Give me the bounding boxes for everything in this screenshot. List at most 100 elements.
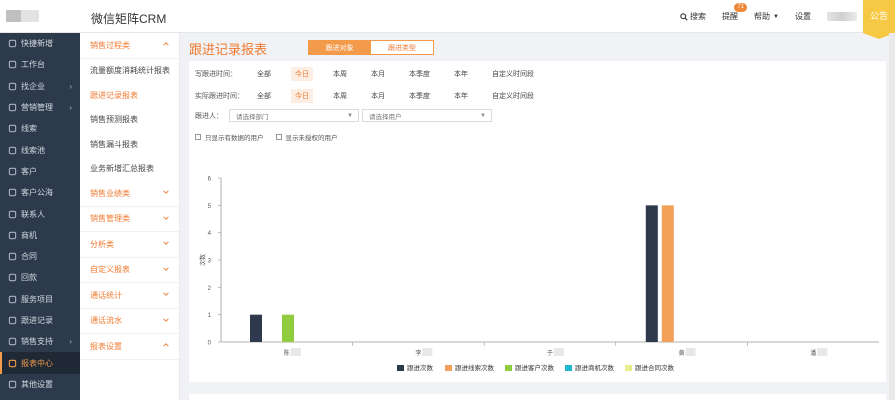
checkbox-label: 只显示有数据的用户 xyxy=(205,135,264,142)
sidebar-item-14[interactable]: 销售支持 › xyxy=(0,331,80,352)
sub-link-3[interactable]: 销售漏斗报表 xyxy=(80,132,179,157)
name-blur xyxy=(422,348,433,356)
y-tick-label: 1 xyxy=(208,313,212,319)
legend-label: 跟进客户次数 xyxy=(515,363,555,372)
sub-group-1[interactable]: 销售管理类 xyxy=(80,207,179,232)
chevron-right-icon: › xyxy=(69,337,72,347)
row2-option-2[interactable]: 本周 xyxy=(329,89,351,103)
actual-time-filter: 实际跟进时间： 全部 今日 本周 本月 本季度 本年 自定义时间段 xyxy=(195,89,554,103)
row1-option-6[interactable]: 自定义时间段 xyxy=(488,67,538,81)
contact-icon xyxy=(8,210,17,219)
sidebar-item-label: 快捷新增 xyxy=(21,39,53,49)
building-icon xyxy=(8,82,17,91)
y-tick-label: 3 xyxy=(208,259,212,265)
y-axis-label: 次数 xyxy=(199,254,207,266)
sidebar-item-0[interactable]: 快捷新增 xyxy=(0,33,80,54)
sidebar-item-10[interactable]: 合同 xyxy=(0,246,80,267)
x-tick-label: 李 xyxy=(415,349,421,357)
sub-group-4[interactable]: 通话统计 xyxy=(80,283,179,309)
sub-group-0[interactable]: 销售业绩类 xyxy=(80,181,179,207)
sidebar-item-15[interactable]: 报表中心 xyxy=(0,352,80,375)
row1-option-5[interactable]: 本年 xyxy=(450,67,472,81)
sidebar-item-1[interactable]: 工作台 xyxy=(0,54,80,75)
page-scrollbar[interactable] xyxy=(889,33,895,400)
sub-link-1[interactable]: 跟进记录报表 xyxy=(80,83,179,108)
sub-group-5[interactable]: 通话流水 xyxy=(80,309,179,334)
row1-option-1[interactable]: 今日 xyxy=(291,67,313,81)
sidebar-item-6[interactable]: 客户 xyxy=(0,161,80,182)
only-data-users-checkbox[interactable]: 只显示有数据的用户 xyxy=(195,132,264,142)
sidebar-item-5[interactable]: 线索池 xyxy=(0,139,80,160)
row1-option-0[interactable]: 全部 xyxy=(253,67,275,81)
checkbox-box xyxy=(195,134,201,140)
row2-option-4[interactable]: 本季度 xyxy=(405,89,434,103)
remind-button[interactable]: 提醒 71 xyxy=(722,3,748,22)
row2-option-6[interactable]: 自定义时间段 xyxy=(488,89,538,103)
chevron-down-icon xyxy=(163,266,169,271)
row1-option-2[interactable]: 本周 xyxy=(329,67,351,81)
row2-option-5[interactable]: 本年 xyxy=(450,89,472,103)
x-tick-label: 黄 xyxy=(679,349,685,357)
user-select-placeholder: 请选择用户 xyxy=(369,113,402,121)
sidebar-item-9[interactable]: 商机 xyxy=(0,225,80,246)
sub-group-2[interactable]: 分析类 xyxy=(80,232,179,258)
settings-button[interactable]: 设置 xyxy=(795,11,811,22)
y-tick-label: 6 xyxy=(208,177,212,183)
sidebar-item-3[interactable]: 营销管理 › xyxy=(0,97,80,118)
bar-跟进线索次数-黄 xyxy=(661,205,674,342)
tab-follow-object[interactable]: 跟进对象 xyxy=(308,40,371,55)
row1-option-3[interactable]: 本月 xyxy=(367,67,389,81)
sub-group-6[interactable]: 报表设置 xyxy=(80,334,179,360)
x-tick-label: 于 xyxy=(547,350,553,357)
user-select[interactable]: 请选择用户 ▼ xyxy=(362,109,492,122)
dept-select[interactable]: 请选择部门 ▼ xyxy=(229,109,359,122)
sidebar-item-7[interactable]: 客户公海 xyxy=(0,182,80,203)
user-avatar[interactable] xyxy=(827,12,857,21)
top-actions: 搜索 提醒 71 帮助 ▼ 设置 xyxy=(664,0,857,33)
sidebar-item-11[interactable]: 回款 xyxy=(0,267,80,288)
left-nav: 快捷新增 工作台 找企业 › 营销管理 › 线索 线索池 客户 客户公海 联系人 商机 合同 回款 服务项目… xyxy=(0,33,80,400)
legend-swatch xyxy=(565,365,572,371)
sub-link-4[interactable]: 业务新增汇总报表 xyxy=(80,157,179,182)
sidebar-item-16[interactable]: 其他设置 xyxy=(0,374,80,395)
chevron-down-icon xyxy=(163,190,169,194)
legend-label: 跟进线索次数 xyxy=(455,363,495,372)
show-unauthorized-checkbox[interactable]: 显示未授权的用户 xyxy=(275,132,338,142)
sub-group-label: 报表设置 xyxy=(90,341,122,351)
help-button[interactable]: 帮助 ▼ xyxy=(754,11,779,22)
chevron-down-icon xyxy=(163,215,169,220)
sidebar-item-4[interactable]: 线索 xyxy=(0,118,80,139)
sidebar-item-label: 回款 xyxy=(21,273,37,283)
sidebar-item-label: 客户 xyxy=(21,166,37,176)
funnel-icon xyxy=(8,124,17,133)
checkbox-label: 显示未授权的用户 xyxy=(285,135,338,142)
chevron-up-icon xyxy=(163,42,169,46)
sub-link-0[interactable]: 流量额度消耗统计报表 xyxy=(80,59,179,84)
row2-option-1[interactable]: 今日 xyxy=(291,89,313,103)
notice-button[interactable]: 公告 xyxy=(863,0,895,39)
pool-icon xyxy=(8,146,17,155)
sub-group-3[interactable]: 自定义报表 xyxy=(80,258,179,283)
row2-option-3[interactable]: 本月 xyxy=(367,89,389,103)
diamond-icon xyxy=(8,231,17,240)
sidebar-item-label: 找企业 xyxy=(21,81,45,91)
row2-option-0[interactable]: 全部 xyxy=(253,89,275,103)
sidebar-item-2[interactable]: 找企业 › xyxy=(0,76,80,97)
sidebar-item-12[interactable]: 服务项目 xyxy=(0,289,80,310)
sidebar-item-8[interactable]: 联系人 xyxy=(0,203,80,224)
sub-link-2[interactable]: 销售预测报表 xyxy=(80,108,179,133)
tab-follow-type[interactable]: 跟进类型 xyxy=(371,40,434,55)
sidebar-item-label: 联系人 xyxy=(21,209,45,219)
name-blur xyxy=(290,348,301,356)
sidebar-item-13[interactable]: 跟进记录 xyxy=(0,310,80,331)
contract-icon xyxy=(8,252,17,261)
remind-badge: 71 xyxy=(734,3,748,12)
row1-option-4[interactable]: 本季度 xyxy=(405,67,434,81)
sidebar-item-label: 合同 xyxy=(21,252,37,262)
sidebar-item-label: 客户公海 xyxy=(21,188,53,198)
sub-group-sales-process[interactable]: 销售过程类 xyxy=(80,33,179,59)
app-title: 微信矩阵CRM xyxy=(91,12,167,26)
search-button[interactable]: 搜索 xyxy=(680,11,706,22)
sub-group-label: 销售管理类 xyxy=(90,214,130,224)
y-tick-label: 5 xyxy=(208,204,212,210)
